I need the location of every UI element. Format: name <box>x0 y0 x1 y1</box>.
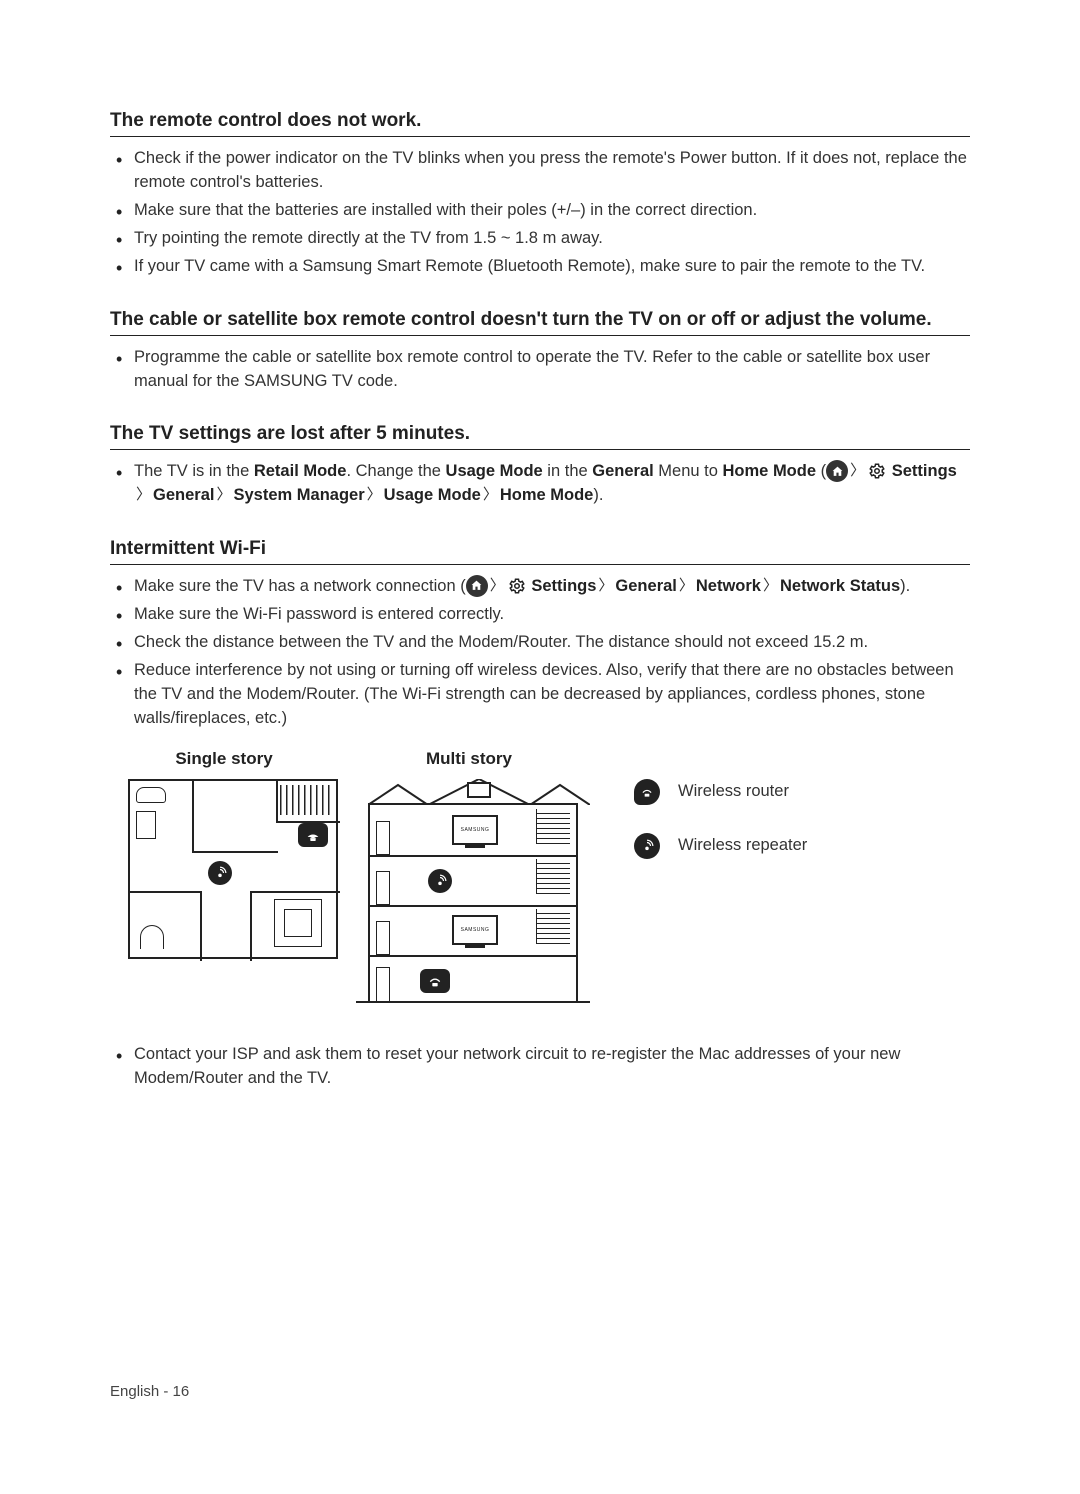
tv-icon: SAMSUNG <box>452 915 498 945</box>
list-wifi: Make sure the TV has a network connectio… <box>110 575 970 731</box>
text: ). <box>593 486 603 504</box>
roof-icon <box>368 779 590 805</box>
bold-network-status: Network Status <box>780 577 900 595</box>
legend-repeater: Wireless repeater <box>634 833 807 859</box>
chevron-right-icon: 〉 <box>365 484 384 506</box>
heading-cable-box: The cable or satellite box remote contro… <box>110 309 970 336</box>
bold-network: Network <box>696 577 761 595</box>
repeater-icon <box>208 861 232 885</box>
bold-usage-mode: Usage Mode <box>446 462 543 480</box>
list-item: Check the distance between the TV and th… <box>134 631 970 655</box>
list-item: Make sure the TV has a network connectio… <box>134 575 970 599</box>
gear-icon <box>507 576 527 596</box>
diagram-row: Single story <box>110 749 970 1003</box>
repeater-icon <box>634 833 660 859</box>
diagram-multi-story: Multi story <box>348 749 590 1003</box>
legend-label: Wireless router <box>678 782 789 801</box>
text: ). <box>900 577 910 595</box>
bold-settings: Settings <box>531 577 596 595</box>
bold-general: General <box>592 462 653 480</box>
page-content: The remote control does not work. Check … <box>0 0 1080 1091</box>
chevron-right-icon: 〉 <box>596 575 615 597</box>
page-footer: English - 16 <box>110 1383 189 1400</box>
chevron-right-icon: 〉 <box>134 484 153 506</box>
heading-wifi: Intermittent Wi-Fi <box>110 538 970 565</box>
chevron-right-icon: 〉 <box>214 484 233 506</box>
chevron-right-icon: 〉 <box>761 575 780 597</box>
diagram-legend: Wireless router Wireless repeater <box>634 749 807 887</box>
bold-home-mode: Home Mode <box>723 462 817 480</box>
list-item: Check if the power indicator on the TV b… <box>134 147 970 195</box>
bold-general: General <box>615 577 676 595</box>
text: ( <box>816 462 826 480</box>
list-item: Make sure that the batteries are install… <box>134 199 970 223</box>
list-retail-mode: The TV is in the Retail Mode. Change the… <box>110 460 970 508</box>
bold-system-manager: System Manager <box>233 486 364 504</box>
router-icon <box>298 823 328 847</box>
list-item: Make sure the Wi-Fi password is entered … <box>134 603 970 627</box>
bold-settings: Settings <box>892 462 957 480</box>
text: Menu to <box>654 462 723 480</box>
bold-general: General <box>153 486 214 504</box>
diagram-title-single: Single story <box>110 749 338 769</box>
legend-label: Wireless repeater <box>678 836 807 855</box>
heading-retail-mode: The TV settings are lost after 5 minutes… <box>110 423 970 450</box>
list-cable-box: Programme the cable or satellite box rem… <box>110 346 970 394</box>
chevron-right-icon: 〉 <box>488 575 507 597</box>
list-item: The TV is in the Retail Mode. Change the… <box>134 460 970 508</box>
chevron-right-icon: 〉 <box>848 460 867 482</box>
home-icon <box>466 575 488 597</box>
list-item: Contact your ISP and ask them to reset y… <box>134 1043 970 1091</box>
text: The TV is in the <box>134 462 254 480</box>
chevron-right-icon: 〉 <box>677 575 696 597</box>
gear-icon <box>867 461 887 481</box>
text: in the <box>543 462 593 480</box>
floorplan-single <box>128 779 338 959</box>
bold-usage-mode: Usage Mode <box>384 486 481 504</box>
list-item: If your TV came with a Samsung Smart Rem… <box>134 255 970 279</box>
diagram-single-story: Single story <box>110 749 338 959</box>
heading-remote: The remote control does not work. <box>110 110 970 137</box>
list-remote: Check if the power indicator on the TV b… <box>110 147 970 279</box>
tv-icon: SAMSUNG <box>452 815 498 845</box>
repeater-icon <box>428 869 452 893</box>
chevron-right-icon: 〉 <box>481 484 500 506</box>
list-item: Programme the cable or satellite box rem… <box>134 346 970 394</box>
list-item: Reduce interference by not using or turn… <box>134 659 970 731</box>
list-wifi-continued: Contact your ISP and ask them to reset y… <box>110 1043 970 1091</box>
text: . Change the <box>346 462 445 480</box>
router-icon <box>634 779 660 805</box>
home-icon <box>826 460 848 482</box>
text: Make sure the TV has a network connectio… <box>134 577 466 595</box>
floorplan-multi: SAMSUNG SAMSUNG <box>368 803 578 1003</box>
diagram-title-multi: Multi story <box>348 749 590 769</box>
router-icon <box>420 969 450 993</box>
list-item: Try pointing the remote directly at the … <box>134 227 970 251</box>
bold-retail-mode: Retail Mode <box>254 462 347 480</box>
bold-home-mode: Home Mode <box>500 486 594 504</box>
legend-router: Wireless router <box>634 779 807 805</box>
